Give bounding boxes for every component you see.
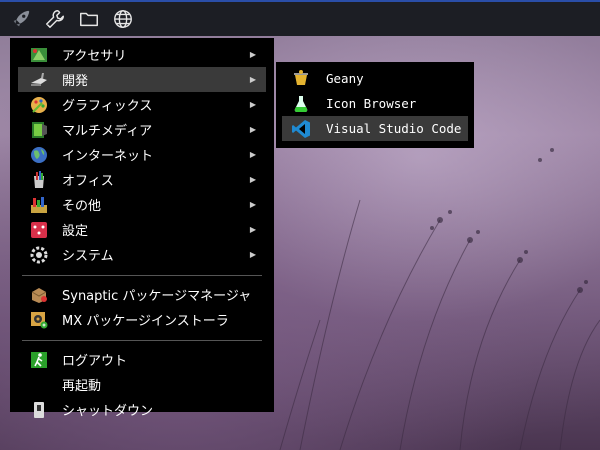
- menu-item-label: グラフィックス: [62, 99, 153, 114]
- menu-item-label: Visual Studio Code: [326, 121, 462, 136]
- menu-item-synaptic[interactable]: Synaptic パッケージマネージャ: [18, 282, 266, 307]
- settings-icon: [28, 219, 50, 241]
- menu-separator: [22, 340, 262, 341]
- menu-item-label: 設定: [62, 224, 89, 239]
- system-icon: [28, 244, 50, 266]
- graphics-icon: [28, 94, 50, 116]
- menu-item-label: Geany: [326, 71, 364, 86]
- internet-icon: [28, 144, 50, 166]
- menu-item-reboot[interactable]: 再起動: [18, 372, 266, 397]
- submenu-arrow-icon: ▶: [249, 50, 256, 59]
- menu-item-development[interactable]: 開発 ▶: [18, 67, 266, 92]
- accessories-icon: [28, 44, 50, 66]
- submenu-arrow-icon: ▶: [249, 200, 256, 209]
- wrench-icon[interactable]: [42, 6, 68, 32]
- menu-item-geany[interactable]: Geany: [282, 66, 468, 91]
- submenu-arrow-icon: ▶: [249, 225, 256, 234]
- menu-item-label: ログアウト: [62, 354, 128, 369]
- main-menu: アクセサリ ▶ 開発 ▶ グラフィックス ▶ マルチメディア ▶ インターネット ▶ オフィス ▶ その…: [10, 38, 274, 419]
- menu-item-label: システム: [62, 249, 114, 264]
- menu-rocket-icon[interactable]: [8, 6, 34, 32]
- globe-icon[interactable]: [110, 6, 136, 32]
- menu-item-label: Icon Browser: [326, 96, 417, 111]
- menu-item-graphics[interactable]: グラフィックス ▶: [18, 92, 266, 117]
- submenu-arrow-icon: ▶: [249, 75, 256, 84]
- menu-item-label: インターネット: [62, 149, 154, 164]
- menu-item-vscode[interactable]: Visual Studio Code: [282, 116, 468, 141]
- menu-item-system[interactable]: システム ▶: [18, 242, 266, 267]
- menu-item-settings[interactable]: 設定 ▶: [18, 217, 266, 242]
- vscode-icon: [290, 118, 312, 140]
- menu-item-label: マルチメディア: [62, 124, 153, 139]
- menu-item-label: MX パッケージインストーラ: [62, 314, 229, 329]
- menu-item-label: シャットダウン: [62, 404, 154, 419]
- menu-item-logout[interactable]: ログアウト: [18, 347, 266, 372]
- menu-item-label: 開発: [62, 74, 89, 89]
- menu-item-label: アクセサリ: [62, 49, 127, 64]
- other-icon: [28, 194, 50, 216]
- menu-item-multimedia[interactable]: マルチメディア ▶: [18, 117, 266, 142]
- synaptic-icon: [28, 284, 50, 306]
- menu-item-label: 再起動: [62, 379, 102, 394]
- menu-item-label: オフィス: [62, 174, 114, 189]
- menu-item-internet[interactable]: インターネット ▶: [18, 142, 266, 167]
- menu-item-mx-installer[interactable]: MX パッケージインストーラ: [18, 307, 266, 332]
- development-submenu: Geany Icon Browser Visual Studio Code: [276, 62, 474, 148]
- office-icon: [28, 169, 50, 191]
- submenu-arrow-icon: ▶: [249, 250, 256, 259]
- geany-icon: [290, 68, 312, 90]
- submenu-arrow-icon: ▶: [249, 100, 256, 109]
- menu-item-label: Synaptic パッケージマネージャ: [62, 289, 252, 304]
- menu-item-icon-browser[interactable]: Icon Browser: [282, 91, 468, 116]
- multimedia-icon: [28, 119, 50, 141]
- top-panel: [0, 0, 600, 36]
- submenu-arrow-icon: ▶: [249, 150, 256, 159]
- development-icon: [28, 69, 50, 91]
- logout-icon: [28, 349, 50, 371]
- menu-item-office[interactable]: オフィス ▶: [18, 167, 266, 192]
- shutdown-icon: [28, 399, 50, 421]
- submenu-arrow-icon: ▶: [249, 175, 256, 184]
- blank-icon: [28, 374, 50, 396]
- folder-icon[interactable]: [76, 6, 102, 32]
- menu-item-other[interactable]: その他 ▶: [18, 192, 266, 217]
- mx-installer-icon: [28, 309, 50, 331]
- icon-browser-icon: [290, 93, 312, 115]
- menu-separator: [22, 275, 262, 276]
- menu-item-accessories[interactable]: アクセサリ ▶: [18, 42, 266, 67]
- menu-item-shutdown[interactable]: シャットダウン: [18, 397, 266, 422]
- submenu-arrow-icon: ▶: [249, 125, 256, 134]
- menu-item-label: その他: [62, 199, 102, 214]
